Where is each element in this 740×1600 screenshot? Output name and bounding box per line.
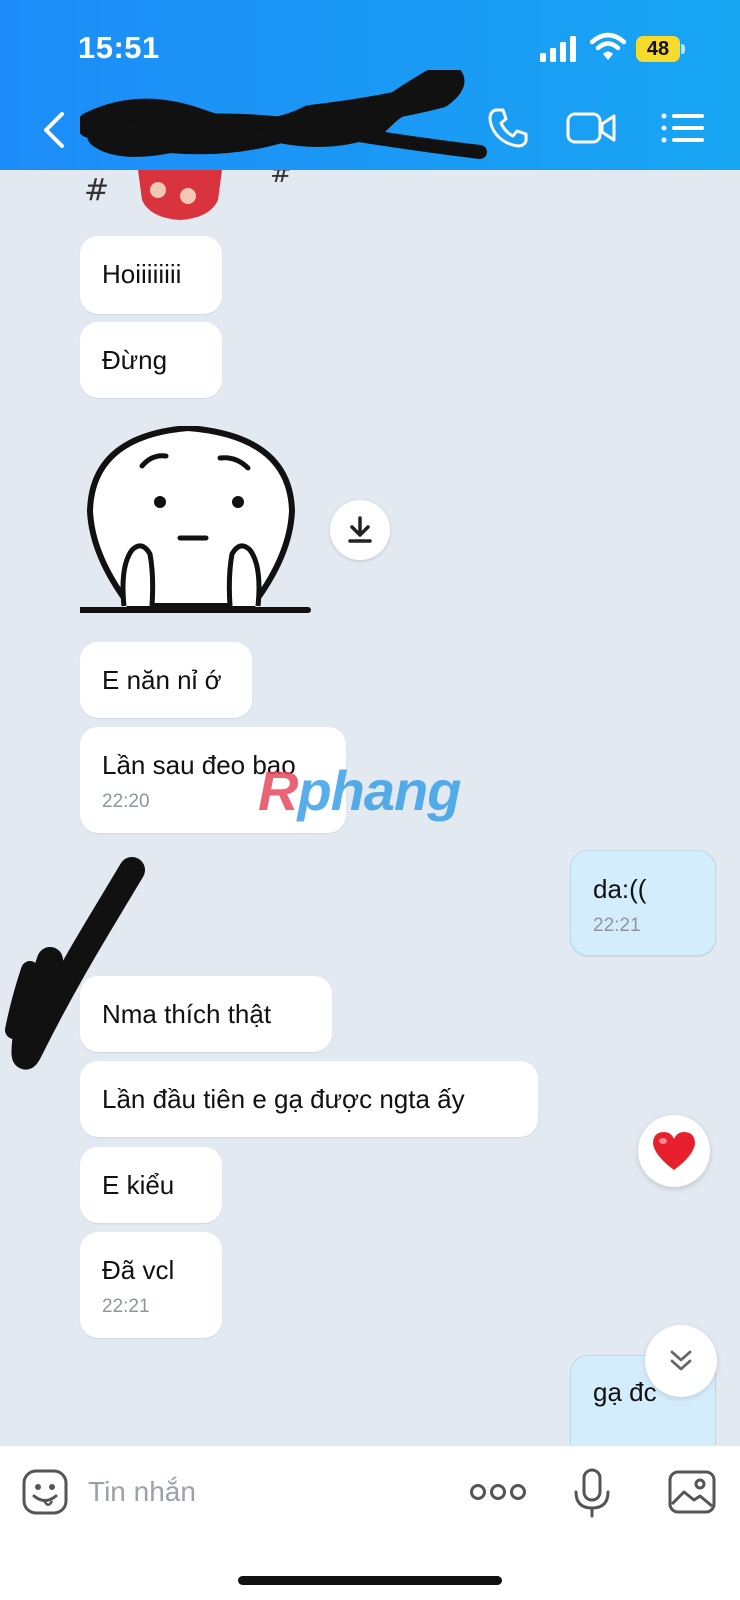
message-bubble[interactable]: Đã vcl 22:21 — [80, 1232, 222, 1338]
download-icon — [348, 516, 372, 543]
battery-level: 48 — [636, 36, 680, 62]
home-indicator — [238, 1576, 502, 1585]
chat-messages[interactable]: # # Hoiiiiiiii Đừng E năn nỉ ớ Lần sau đ… — [0, 170, 740, 1445]
my-message-bubble[interactable]: da:(( 22:21 — [570, 850, 716, 956]
svg-text:#: # — [84, 173, 109, 208]
message-time: 22:21 — [102, 1296, 150, 1317]
message-bubble[interactable]: Hoiiiiiiii — [80, 236, 222, 314]
microphone-icon[interactable] — [572, 1468, 612, 1518]
video-call-icon[interactable] — [566, 106, 618, 150]
contact-name[interactable] — [100, 108, 450, 154]
more-icon[interactable] — [470, 1480, 526, 1504]
chevron-double-down-icon — [670, 1350, 692, 1371]
menu-list-icon[interactable] — [660, 106, 706, 150]
svg-text:#: # — [270, 170, 292, 189]
status-time: 15:51 — [78, 30, 160, 65]
gallery-icon[interactable] — [668, 1470, 716, 1514]
message-input[interactable] — [88, 1466, 448, 1518]
heart-icon — [653, 1132, 695, 1170]
sticker-partial: # # — [84, 170, 292, 220]
wifi-icon — [590, 32, 626, 60]
message-bubble[interactable]: Đừng — [80, 322, 222, 398]
call-icon[interactable] — [486, 106, 530, 150]
chat-header: 15:51 48 — [0, 0, 740, 170]
scroll-to-bottom-button[interactable] — [645, 1325, 717, 1397]
message-time: 22:20 — [102, 791, 150, 812]
message-bubble[interactable]: Lần sau đeo bao 22:20 — [80, 727, 346, 833]
back-icon[interactable] — [40, 110, 70, 150]
message-time: 22:21 — [593, 915, 641, 936]
message-bubble[interactable]: Nma thích thật — [80, 976, 332, 1052]
cellular-signal-icon — [540, 36, 576, 62]
message-bubble[interactable]: E năn nỉ ớ — [80, 642, 252, 718]
reaction-button[interactable] — [638, 1115, 710, 1187]
message-composer — [0, 1445, 740, 1600]
message-bubble[interactable]: Lần đầu tiên e gạ được ngta ấy — [80, 1061, 538, 1137]
battery-indicator: 48 — [636, 36, 686, 62]
sticker-worried-face[interactable] — [80, 426, 312, 626]
emoji-icon[interactable] — [22, 1469, 68, 1515]
download-button[interactable] — [330, 500, 390, 560]
message-bubble[interactable]: E kiểu — [80, 1147, 222, 1223]
